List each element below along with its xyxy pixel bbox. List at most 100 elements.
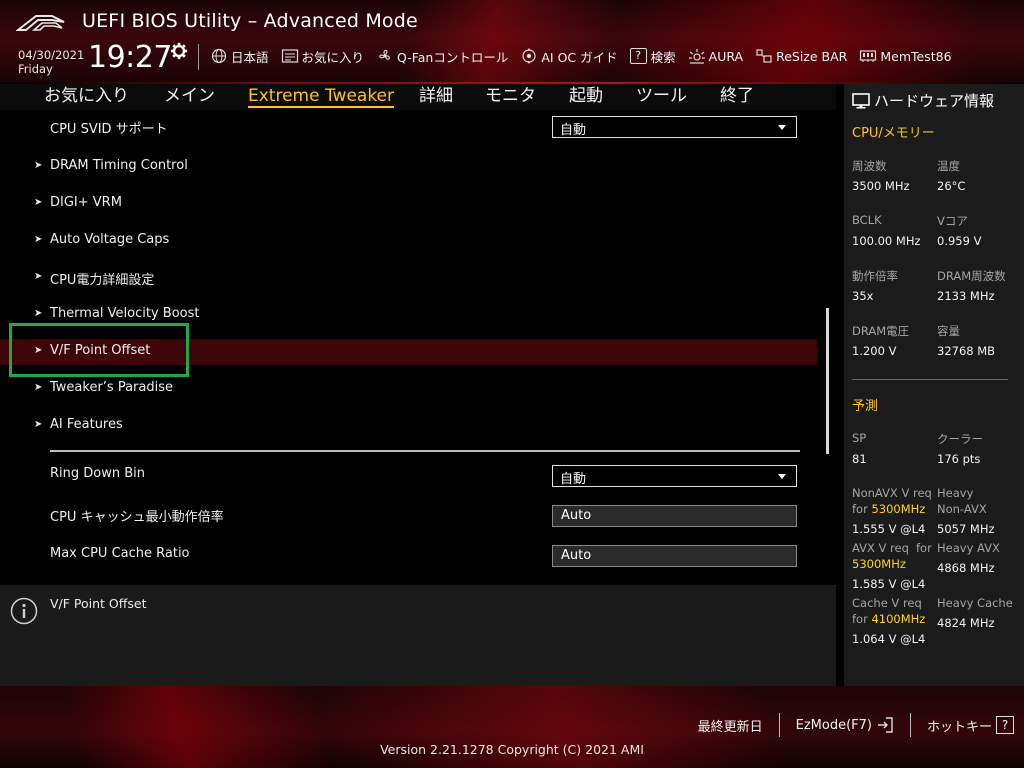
submenu-digi-vrm[interactable]: ➤ DIGI+ VRM	[0, 191, 817, 217]
submenu-arrow-icon: ➤	[34, 160, 43, 171]
aura-label: AURA	[708, 48, 744, 64]
frequency-value: 3500 MHz	[852, 179, 910, 193]
hw-section-divider	[852, 379, 1008, 380]
tab-advanced[interactable]: 詳細	[419, 84, 453, 108]
cooler-label: クーラー	[937, 432, 983, 446]
submenu-arrow-icon: ➤	[34, 382, 43, 393]
tab-exit[interactable]: 終了	[720, 84, 754, 108]
vcore-label: Vコア	[937, 214, 968, 228]
bclk-label: BCLK	[852, 213, 882, 227]
globe-icon	[211, 48, 227, 64]
avx-vreq-label: AVX V req	[852, 541, 909, 555]
tab-favorites[interactable]: お気に入り	[44, 84, 129, 108]
tab-tool[interactable]: ツール	[636, 84, 687, 108]
bclk-value: 100.00 MHz	[852, 234, 921, 248]
submenu-label: AI Features	[50, 417, 123, 432]
submenu-arrow-icon: ➤	[34, 197, 43, 208]
cache-target-freq: 4100MHz	[871, 612, 926, 626]
resize-bar-button[interactable]: ReSize BAR	[755, 48, 847, 64]
hardware-monitor-title: ハードウェア情報	[852, 90, 994, 111]
memtest-button[interactable]: MemTest86	[859, 48, 952, 64]
avx-vreq-value: 1.585 V @L4	[852, 577, 926, 591]
ring-down-bin-select[interactable]: 自動	[552, 465, 797, 487]
cache-min-ratio-input[interactable]: Auto	[552, 505, 797, 527]
ratio-value: 35x	[852, 289, 874, 303]
favorites-label: お気に入り	[301, 49, 365, 65]
title-bar: UEFI BIOS Utility – Advanced Mode 04/30/…	[0, 0, 1024, 84]
rog-logo-icon	[16, 15, 65, 31]
submenu-label: Auto Voltage Caps	[50, 232, 170, 247]
submenu-label: DRAM Timing Control	[50, 158, 188, 173]
header-separator	[198, 44, 199, 70]
favorites-button[interactable]: お気に入り	[281, 47, 365, 66]
ezmode-label: EzMode(F7)	[795, 717, 872, 733]
submenu-arrow-icon: ➤	[34, 234, 43, 245]
qfan-control-button[interactable]: Q-Fanコントロール	[376, 47, 508, 66]
ezmode-button[interactable]: EzMode(F7)	[796, 716, 894, 734]
dram-frequency-label: DRAM周波数	[937, 269, 1006, 283]
help-separator	[0, 577, 836, 585]
hotkeys-button[interactable]: ホットキー ?	[927, 716, 1014, 735]
for-text: for	[852, 502, 872, 516]
version-copyright: Version 2.21.1278 Copyright (C) 2021 AMI	[380, 742, 644, 757]
temperature-label: 温度	[937, 159, 960, 173]
clock-time: 19:27	[88, 40, 172, 75]
nonavx-target-freq: 5300MHz	[871, 502, 926, 516]
select-value: 自動	[560, 472, 587, 487]
tab-extreme-tweaker[interactable]: Extreme Tweaker	[248, 84, 395, 108]
tab-main[interactable]: メイン	[164, 84, 215, 108]
cpu-svid-select[interactable]: 自動	[552, 116, 797, 138]
weekday-text: Friday	[18, 62, 53, 76]
heavy-avx-value: 4868 MHz	[937, 561, 995, 575]
footer-actions: 最終更新日 EzMode(F7) ホットキー ?	[698, 713, 1014, 737]
settings-scrollbar[interactable]	[826, 308, 829, 454]
gear-icon[interactable]	[170, 42, 188, 60]
capacity-label: 容量	[937, 324, 960, 338]
setting-label: CPU SVID サポート	[50, 122, 168, 137]
ratio-label: 動作倍率	[852, 269, 898, 283]
ai-oc-guide-button[interactable]: AI OC ガイド	[520, 47, 618, 66]
setting-label: Max CPU Cache Ratio	[50, 546, 190, 561]
sp-label: SP	[852, 431, 867, 445]
aura-button[interactable]: AURA	[688, 48, 743, 64]
date-text: 04/30/2021	[18, 48, 85, 62]
monitor-icon	[852, 92, 870, 108]
window-title: UEFI BIOS Utility – Advanced Mode	[82, 10, 418, 32]
submenu-cpu-power[interactable]: ➤ CPU電力詳細設定	[0, 265, 817, 291]
last-modified-label: 最終更新日	[697, 719, 763, 735]
submenu-label: Thermal Velocity Boost	[50, 306, 200, 321]
submenu-label: Tweaker’s Paradise	[50, 380, 173, 395]
submenu-auto-voltage-caps[interactable]: ➤ Auto Voltage Caps	[0, 228, 817, 254]
help-search-icon: ?	[629, 48, 647, 64]
last-modified-button[interactable]: 最終更新日	[698, 716, 763, 735]
search-label: 検索	[650, 49, 676, 65]
aura-icon	[688, 49, 705, 64]
prediction-section-title: 予測	[852, 399, 879, 414]
cpu-memory-section-title: CPU/メモリー	[852, 126, 935, 141]
tab-boot[interactable]: 起動	[569, 84, 603, 108]
frequency-label: 周波数	[852, 159, 887, 173]
nonavx-vreq-value: 1.555 V @L4	[852, 522, 926, 536]
language-button[interactable]: 日本語	[210, 47, 269, 66]
question-box-icon: ?	[996, 716, 1014, 734]
vcore-value: 0.959 V	[937, 234, 982, 248]
dram-voltage-label: DRAM電圧	[852, 324, 910, 338]
submenu-ai-features[interactable]: ➤ AI Features	[0, 413, 817, 439]
search-button[interactable]: ? 検索	[629, 47, 676, 66]
max-cache-ratio-input[interactable]: Auto	[552, 545, 797, 567]
tab-monitor[interactable]: モニタ	[485, 84, 536, 108]
capacity-value: 32768 MB	[937, 344, 996, 358]
setting-label: Ring Down Bin	[50, 466, 146, 481]
help-panel: V/F Point Offset	[0, 585, 836, 686]
dropdown-caret-icon	[778, 474, 786, 479]
dropdown-caret-icon	[778, 125, 786, 130]
cache-vreq-for: for 4100MHz	[852, 612, 925, 626]
avx-vreq-for: for	[916, 541, 932, 555]
memtest-icon	[860, 50, 877, 62]
submenu-arrow-icon: ➤	[34, 271, 43, 282]
heavy-cache-label: Heavy Cache	[937, 596, 1013, 610]
section-divider	[50, 450, 800, 452]
sp-value: 81	[852, 452, 867, 466]
submenu-dram-timing[interactable]: ➤ DRAM Timing Control	[0, 154, 817, 180]
submenu-tweakers-paradise[interactable]: ➤ Tweaker’s Paradise	[0, 376, 817, 402]
